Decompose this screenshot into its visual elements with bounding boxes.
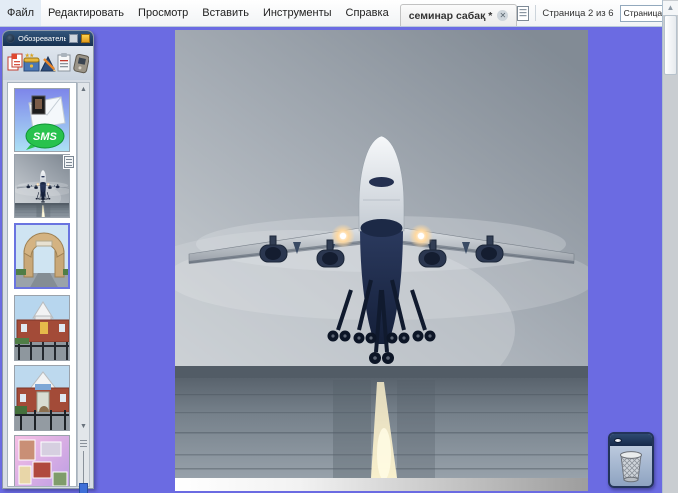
scroll-up-arrow-icon[interactable]: ▲ bbox=[78, 86, 89, 93]
page-sorter-title: Обозреватель страниц bbox=[18, 34, 66, 43]
gallery-chest-icon[interactable]: ★★ bbox=[23, 51, 40, 75]
menu-insert[interactable]: Вставить bbox=[195, 0, 256, 26]
sidebar-scrollbar[interactable]: ▲ ▼ bbox=[77, 82, 90, 493]
airplane-photo[interactable] bbox=[175, 30, 588, 478]
airplane-page-image bbox=[14, 154, 70, 218]
menu-view[interactable]: Просмотр bbox=[131, 0, 195, 26]
trash-can-icon bbox=[620, 451, 642, 483]
panel-detach-icon[interactable] bbox=[81, 34, 90, 43]
document-tab[interactable]: семинар сабақ * ✕ bbox=[399, 4, 518, 26]
menu-edit[interactable]: Редактировать bbox=[41, 0, 131, 26]
thumbnail-page-4[interactable] bbox=[14, 295, 70, 361]
photo-collage-image bbox=[14, 435, 70, 486]
trash-bin-widget[interactable] bbox=[608, 432, 654, 488]
sidebar-toolbar: ★★ bbox=[3, 46, 93, 80]
page-menu-icon[interactable] bbox=[64, 156, 74, 168]
school-building-image bbox=[14, 295, 70, 361]
document-tab-label: семинар сабақ * bbox=[408, 9, 493, 22]
slider-grip-icon bbox=[80, 438, 87, 447]
page-bottom-edge bbox=[175, 478, 588, 491]
pages-icon[interactable] bbox=[7, 51, 23, 75]
school-gate-image bbox=[14, 365, 70, 431]
drawing-tools-icon[interactable] bbox=[40, 51, 57, 75]
tab-close-icon[interactable]: ✕ bbox=[497, 10, 509, 21]
clipboard-icon[interactable] bbox=[56, 51, 72, 75]
page-sorter-panel: Обозреватель страниц ★★ bbox=[2, 30, 94, 493]
scroll-up-icon[interactable]: ▲ bbox=[663, 1, 678, 15]
notebook-page-canvas[interactable] bbox=[175, 30, 588, 491]
panel-pin-icon[interactable] bbox=[69, 34, 78, 43]
trash-widget-header bbox=[610, 434, 652, 446]
separator bbox=[535, 5, 537, 21]
size-slider-thumb[interactable] bbox=[79, 483, 88, 493]
page-sorter-header: Обозреватель страниц bbox=[3, 31, 93, 46]
menubar-right-controls: Страница 2 из 6 Страница целиком ▼ bbox=[517, 4, 678, 22]
window-scrollbar-thumb[interactable] bbox=[664, 15, 677, 75]
arch-page-image bbox=[14, 223, 70, 289]
panel-orb-icon bbox=[6, 34, 15, 43]
menu-help[interactable]: Справка bbox=[339, 0, 396, 26]
scroll-down-arrow-icon[interactable]: ▼ bbox=[78, 423, 89, 430]
menu-tools[interactable]: Инструменты bbox=[256, 0, 339, 26]
thumbnail-page-6[interactable] bbox=[14, 435, 70, 486]
thumbnail-page-1[interactable]: SMS bbox=[14, 88, 70, 152]
menu-bar: Файл Редактировать Просмотр Вставить Инс… bbox=[0, 0, 678, 27]
device-icon[interactable] bbox=[72, 51, 90, 75]
page-preview-icon[interactable] bbox=[517, 5, 530, 21]
svg-text:SMS: SMS bbox=[33, 131, 58, 143]
window-scrollbar[interactable]: ▲ bbox=[662, 0, 678, 493]
trash-orb-icon bbox=[614, 437, 622, 443]
thumbnail-list: SMS bbox=[7, 82, 77, 487]
page-indicator: Страница 2 из 6 bbox=[542, 7, 614, 19]
menu-file[interactable]: Файл bbox=[0, 0, 42, 26]
sms-page-image: SMS bbox=[14, 88, 70, 152]
thumbnail-page-3[interactable] bbox=[14, 223, 70, 289]
thumbnail-page-5[interactable] bbox=[14, 365, 70, 431]
thumbnail-page-2-current[interactable] bbox=[14, 154, 74, 218]
